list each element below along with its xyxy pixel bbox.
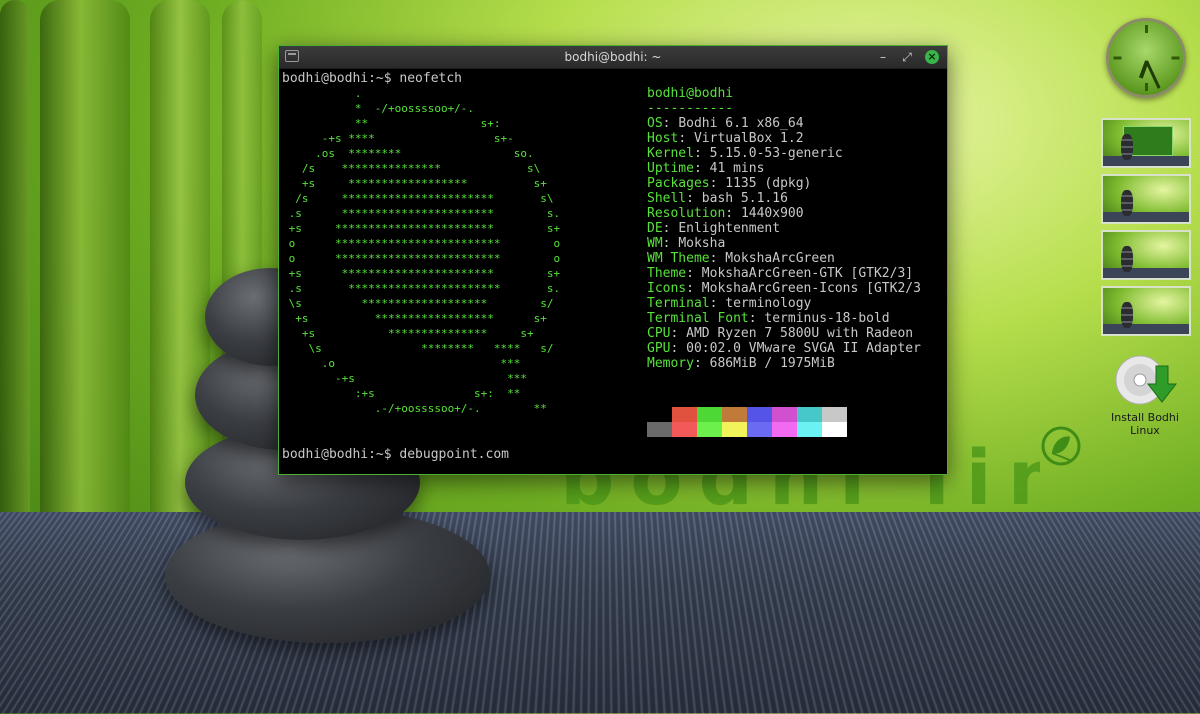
info-row: Uptime: 41 mins [647, 161, 765, 176]
info-value: 5.15.0-53-generic [709, 146, 843, 161]
palette-row-normal [647, 407, 847, 422]
info-key: Kernel [647, 146, 694, 161]
color-swatch [672, 422, 697, 437]
info-value: Bodhi 6.1 x86_64 [678, 116, 804, 131]
color-swatch [647, 422, 672, 437]
info-value: bash 5.1.16 [701, 191, 788, 206]
info-value: MokshaArcGreen-Icons [GTK2/3 [701, 281, 921, 296]
minimize-button[interactable]: – [875, 49, 891, 65]
workspace-3-thumbnail[interactable] [1101, 230, 1191, 280]
terminal-window[interactable]: bodhi@bodhi: ~ – ⤢ × bodhi@bodhi:~$ neof… [278, 45, 948, 475]
info-key: Terminal [647, 296, 710, 311]
workspace-2-thumbnail[interactable] [1101, 174, 1191, 224]
info-row: Resolution: 1440x900 [647, 206, 804, 221]
command-line: bodhi@bodhi:~$ neofetch [282, 71, 463, 86]
info-value: 00:02.0 VMware SVGA II Adapter [686, 341, 921, 356]
info-value: 1135 (dpkg) [725, 176, 812, 191]
color-swatch [697, 422, 722, 437]
info-value: MokshaArcGreen [725, 251, 835, 266]
info-key: Shell [647, 191, 687, 206]
workspace-1-thumbnail[interactable] [1101, 118, 1191, 168]
color-swatch [672, 407, 697, 422]
info-row: CPU: AMD Ryzen 7 5800U with Radeon [647, 326, 914, 341]
info-row: Kernel: 5.15.0-53-generic [647, 146, 843, 161]
color-swatch [722, 422, 747, 437]
info-value: AMD Ryzen 7 5800U with Radeon [686, 326, 914, 341]
close-button[interactable]: × [925, 50, 939, 64]
system-info-panel: bodhi@bodhi ----------- OS: Bodhi 6.1 x8… [647, 86, 947, 371]
info-row: GPU: 00:02.0 VMware SVGA II Adapter [647, 341, 921, 356]
palette-row-bright [647, 422, 847, 437]
info-key: Memory [647, 356, 694, 371]
info-key: WM [647, 236, 663, 251]
info-row: Memory: 686MiB / 1975MiB [647, 356, 835, 371]
info-key: Terminal Font [647, 311, 749, 326]
info-key: Icons [647, 281, 687, 296]
color-swatch [647, 407, 672, 422]
window-titlebar[interactable]: bodhi@bodhi: ~ – ⤢ × [279, 46, 947, 69]
bamboo-mat [0, 512, 1200, 714]
color-palette [647, 407, 847, 437]
install-label[interactable]: Install Bodhi Linux [1104, 411, 1186, 437]
color-swatch [772, 422, 797, 437]
info-key: CPU [647, 326, 671, 341]
bamboo-stalk [40, 0, 130, 560]
info-value: Enlightenment [678, 221, 781, 236]
workspace-4-thumbnail[interactable] [1101, 286, 1191, 336]
info-key: Uptime [647, 161, 694, 176]
clock-icon[interactable] [1106, 18, 1186, 98]
color-swatch [747, 422, 772, 437]
neofetch-ascii-logo: . * -/+oossssoo+/-. ** s+: -+s **** s+- … [288, 87, 561, 415]
info-rows: OS: Bodhi 6.1 x86_64 Host: VirtualBox 1.2… [647, 116, 947, 371]
bamboo-stalk [0, 0, 30, 560]
info-row: Terminal: terminology [647, 296, 812, 311]
info-key: Theme [647, 266, 687, 281]
command-line: bodhi@bodhi:~$ debugpoint.com [282, 447, 509, 462]
info-value: 1440x900 [740, 206, 804, 221]
info-row: OS: Bodhi 6.1 x86_64 [647, 116, 804, 131]
info-key: Resolution [647, 206, 726, 221]
separator-line: ----------- [647, 101, 734, 116]
info-value: 686MiB / 1975MiB [709, 356, 835, 371]
info-row: Shell: bash 5.1.16 [647, 191, 788, 206]
info-row: Terminal Font: terminus-18-bold [647, 311, 890, 326]
color-swatch [822, 407, 847, 422]
color-swatch [797, 407, 822, 422]
info-row: WM: Moksha [647, 236, 726, 251]
info-key: WM Theme [647, 251, 710, 266]
info-row: WM Theme: MokshaArcGreen [647, 251, 835, 266]
info-key: GPU [647, 341, 671, 356]
info-value: terminology [725, 296, 812, 311]
color-swatch [697, 407, 722, 422]
info-value: terminus-18-bold [764, 311, 890, 326]
bodhi-leaf-icon [1041, 426, 1081, 466]
color-swatch [747, 407, 772, 422]
color-swatch [822, 422, 847, 437]
info-key: Host [647, 131, 679, 146]
info-value: MokshaArcGreen-GTK [GTK2/3] [701, 266, 914, 281]
maximize-button[interactable]: ⤢ [899, 49, 915, 65]
info-row: Theme: MokshaArcGreen-GTK [GTK2/3] [647, 266, 914, 281]
user-host: bodhi@bodhi [647, 86, 734, 101]
info-key: OS [647, 116, 663, 131]
info-row: DE: Enlightenment [647, 221, 781, 236]
color-swatch [722, 407, 747, 422]
info-value: 41 mins [709, 161, 765, 176]
terminal-output[interactable]: bodhi@bodhi:~$ neofetch . * -/+oossssoo+… [279, 69, 947, 475]
info-value: VirtualBox 1.2 [693, 131, 804, 146]
info-row: Host: VirtualBox 1.2 [647, 131, 804, 146]
info-value: Moksha [678, 236, 726, 251]
color-swatch [772, 407, 797, 422]
info-row: Packages: 1135 (dpkg) [647, 176, 812, 191]
window-title: bodhi@bodhi: ~ [564, 50, 662, 64]
info-key: Packages [647, 176, 710, 191]
info-row: Icons: MokshaArcGreen-Icons [GTK2/3 [647, 281, 921, 296]
install-disc-icon[interactable] [1112, 352, 1182, 408]
info-key: DE [647, 221, 663, 236]
color-swatch [797, 422, 822, 437]
